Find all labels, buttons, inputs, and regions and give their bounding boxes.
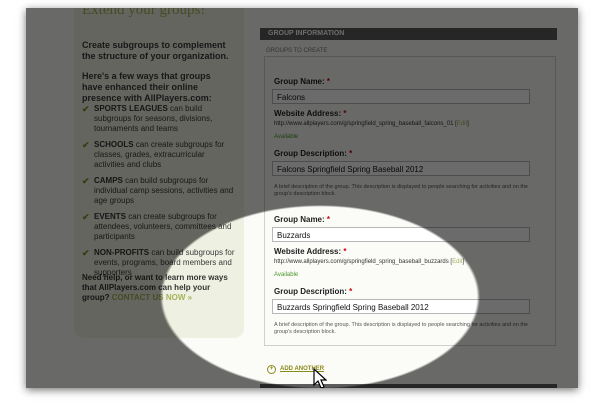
sidebar-title: Extend your groups! xyxy=(82,8,206,18)
list-item-title: SCHOOLS xyxy=(94,140,134,149)
group-description-input[interactable]: Falcons Springfield Spring Baseball 2012 xyxy=(272,161,530,176)
footer-bar xyxy=(260,384,557,388)
website-url: http://www.allplayers.com/g/springfield_… xyxy=(274,259,465,265)
plus-circle-icon: + xyxy=(267,365,276,374)
checkmark-icon: ✔ xyxy=(82,176,90,186)
mouse-pointer-icon xyxy=(313,368,327,388)
list-item-title: SPORTS LEAGUES xyxy=(94,104,168,113)
group-description-label: Group Description: * xyxy=(274,287,353,296)
list-item: ✔ EVENTS can create subgroups for attende… xyxy=(82,212,237,242)
edit-url-link[interactable]: Edit xyxy=(457,121,467,127)
sidebar-intro: Create subgroups to complement the struc… xyxy=(82,40,229,61)
group-description-hint: A brief description of the group. This d… xyxy=(274,184,528,197)
sidebar: Extend your groups! Create subgroups to … xyxy=(74,8,244,338)
list-item: ✔ CAMPS can build subgroups for individua… xyxy=(82,176,237,206)
list-item-title: EVENTS xyxy=(94,212,127,221)
group-name-label: Group Name: * xyxy=(274,77,331,86)
website-address-label: Website Address: * xyxy=(274,109,347,118)
sidebar-help: Need help, or want to learn more ways th… xyxy=(82,273,232,303)
list-item: ✔ SPORTS LEAGUES can build subgroups for … xyxy=(82,104,237,134)
group-name-input[interactable]: Buzzards xyxy=(272,227,530,242)
list-item: ✔ SCHOOLS can create subgroups for classe… xyxy=(82,140,237,170)
contact-us-link[interactable]: CONTACT US NOW » xyxy=(112,293,192,302)
group-name-label: Group Name: * xyxy=(274,215,331,224)
group-description-input[interactable]: Buzzards Springfield Spring Baseball 201… xyxy=(272,299,530,314)
sidebar-benefits-list: ✔ SPORTS LEAGUES can build subgroups for … xyxy=(82,104,237,284)
group-description-hint: A brief description of the group. This d… xyxy=(274,322,528,335)
group-information-header: GROUP INFORMATION xyxy=(260,28,557,40)
checkmark-icon: ✔ xyxy=(82,104,90,114)
group-name-input[interactable]: Falcons xyxy=(272,89,530,104)
availability-status: Available xyxy=(274,134,299,140)
checkmark-icon: ✔ xyxy=(82,248,90,258)
edit-url-link[interactable]: Edit xyxy=(452,259,462,265)
sidebar-intro-2: Here's a few ways that groups have enhan… xyxy=(82,71,212,103)
groups-to-create-label: GROUPS TO CREATE xyxy=(266,48,328,54)
availability-status: Available xyxy=(274,272,299,278)
screenshot-frame: Extend your groups! Create subgroups to … xyxy=(26,8,578,388)
group-description-label: Group Description: * xyxy=(274,149,353,158)
checkmark-icon: ✔ xyxy=(82,212,90,222)
list-item-title: NON-PROFITS xyxy=(94,248,150,257)
website-url: http://www.allplayers.com/g/springfield_… xyxy=(274,121,469,127)
website-address-label: Website Address: * xyxy=(274,247,347,256)
list-item-title: CAMPS xyxy=(94,176,123,185)
checkmark-icon: ✔ xyxy=(82,140,90,150)
